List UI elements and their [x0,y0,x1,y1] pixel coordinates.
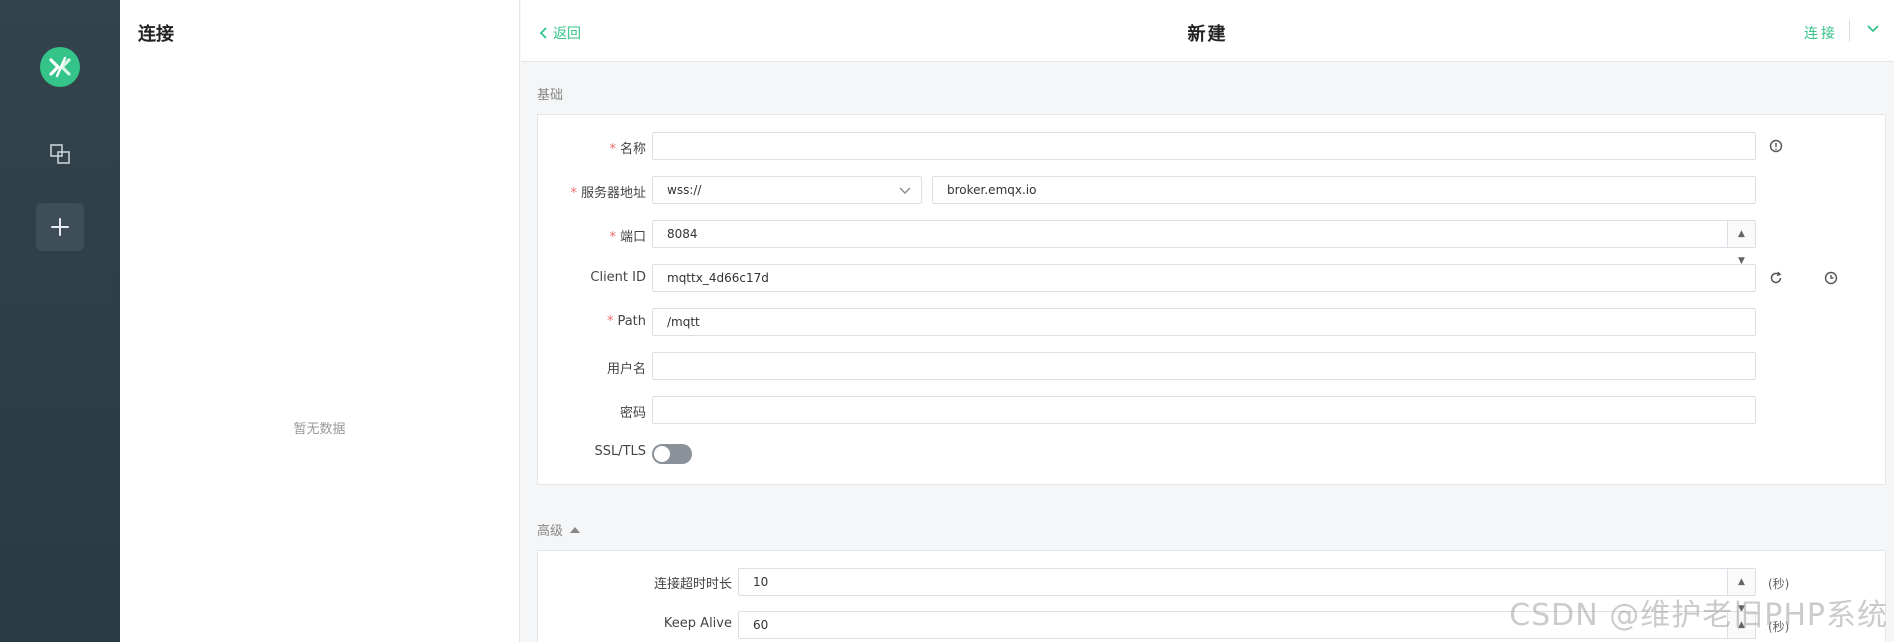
password-row: 密码 [538,396,1885,424]
connections-panel: 连接 暂无数据 [120,0,520,642]
caret-up-icon [570,526,581,533]
host-row: * 服务器地址 wss:// broker.emqx.io [538,176,1885,204]
connect-button[interactable]: 连接 [1804,23,1838,43]
watermark: CSDN @维护老旧PHP系统 [1509,598,1888,633]
ssl-label: SSL/TLS [594,444,646,459]
increment-button[interactable]: ▲ [1728,221,1755,247]
host-label: 服务器地址 [580,186,646,201]
username-input[interactable] [652,352,1756,380]
ssl-toggle[interactable] [652,444,692,464]
path-input[interactable]: /mqtt [652,308,1756,336]
section-advanced-header[interactable]: 高级 [537,520,581,539]
client-id-label: Client ID [590,270,646,285]
main-area: 返回 新建 连接 基础 * 名称 * 服务器地址 wss:// broker.e… [521,0,1894,642]
sidebar-item-connections[interactable] [36,130,84,178]
section-basic-label: 基础 [537,88,564,103]
plus-icon [51,218,69,236]
header-bar: 返回 新建 连接 [521,0,1894,62]
info-icon[interactable] [1768,138,1784,154]
username-row: 用户名 [538,352,1885,380]
port-stepper[interactable]: ▲ ▼ [1727,221,1755,266]
name-row: * 名称 [538,132,1885,160]
username-label: 用户名 [606,362,646,377]
section-advanced-label: 高级 [537,524,564,539]
clock-icon[interactable] [1823,270,1839,286]
connections-title: 连接 [138,24,174,45]
connect-options-dropdown[interactable] [1866,22,1880,40]
page-title: 新建 [1187,24,1228,45]
client-id-input[interactable]: mqttx_4d66c17d [652,264,1756,292]
chevron-down-icon [1867,25,1879,33]
connect-timeout-label: 连接超时时长 [653,577,732,592]
keep-alive-label: Keep Alive [663,616,732,631]
chevron-down-icon [899,187,911,194]
sidebar-item-new-connection[interactable] [36,203,84,251]
required-mark: * [609,142,616,157]
port-input[interactable]: 8084 ▲ ▼ [652,220,1756,266]
required-mark: * [570,186,577,201]
path-row: * Path /mqtt [538,308,1885,336]
port-row: * 端口 8084 ▲ ▼ [538,220,1885,266]
port-label: 端口 [619,230,646,245]
empty-state: 暂无数据 [293,422,346,437]
app-logo[interactable] [40,47,80,87]
ssl-row: SSL/TLS [538,440,1885,468]
required-mark: * [606,314,614,329]
decrement-button[interactable]: ▼ [1728,638,1755,642]
port-value: 8084 [667,227,698,241]
protocol-select[interactable]: wss:// [652,176,922,204]
connect-timeout-value: 10 [753,575,769,589]
password-label: 密码 [619,406,646,421]
connections-icon [50,144,70,164]
required-mark: * [609,230,616,245]
password-input[interactable] [652,396,1756,424]
name-label: 名称 [619,142,646,157]
mqttx-logo-icon [49,56,71,78]
basic-settings-card: * 名称 * 服务器地址 wss:// broker.emqx.io * 端口 808… [537,114,1886,485]
path-label: Path [617,314,646,329]
host-input[interactable]: broker.emqx.io [932,176,1756,204]
name-input[interactable] [652,132,1756,160]
client-id-row: Client ID mqttx_4d66c17d [538,264,1885,292]
app-sidebar [0,0,120,642]
protocol-value: wss:// [667,183,702,197]
header-divider [1849,20,1850,42]
refresh-icon[interactable] [1768,270,1784,286]
keep-alive-value: 60 [753,618,769,632]
